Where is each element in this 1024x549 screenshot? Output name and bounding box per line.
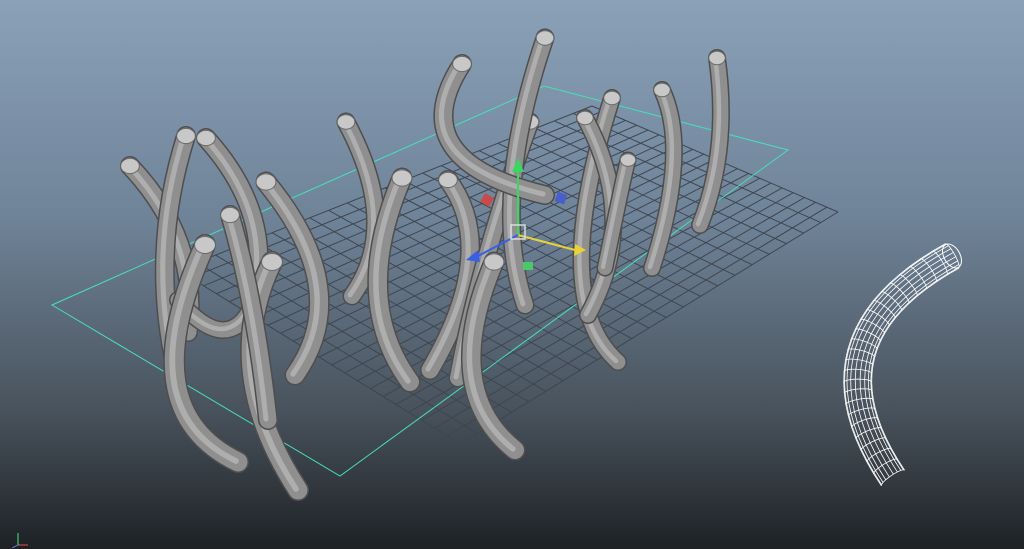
tube-cap [653,82,671,98]
wireframe-ring [889,282,910,304]
tube-cap [576,110,594,126]
wireframe-ring [843,388,873,394]
tube-cap [255,173,277,191]
wireframe-ring [845,358,874,366]
curved-tube[interactable] [460,251,526,461]
tube-cap [120,157,140,175]
tube-cap [261,252,283,272]
tube-cap [438,171,458,189]
scene-canvas[interactable] [0,0,1024,549]
tube-cap [708,50,726,66]
3d-viewport[interactable] [0,0,1024,549]
wireframe-edge [859,256,956,475]
tube-cap [535,30,555,46]
wireframe-edge [864,260,958,473]
wireframe-ring [843,378,873,383]
tube-cap [603,90,621,106]
wireframe-ring [845,397,874,405]
tube-cap [220,206,240,224]
tube-cap [194,235,216,255]
tube-cap [452,55,472,73]
view-axis-icon [11,533,28,549]
tube-cap [391,169,413,187]
tube-cap [196,129,216,147]
wireframe-ring [860,437,887,451]
wireframe-ring [847,348,876,358]
wireframe-edge [870,266,960,471]
tube-cap [619,153,637,167]
wireframe-ring [847,407,876,417]
wireframe-edge [846,245,949,483]
wireframe-ring [881,291,903,311]
wireframe-ring [843,368,873,374]
tube-cap [483,253,505,271]
curved-tube[interactable] [643,81,683,277]
wireframe-ring [899,274,918,297]
tube-cap [176,127,196,145]
wireframe-tube[interactable] [843,241,966,487]
tube-cap [336,114,356,130]
wireframe-ring [851,417,879,428]
